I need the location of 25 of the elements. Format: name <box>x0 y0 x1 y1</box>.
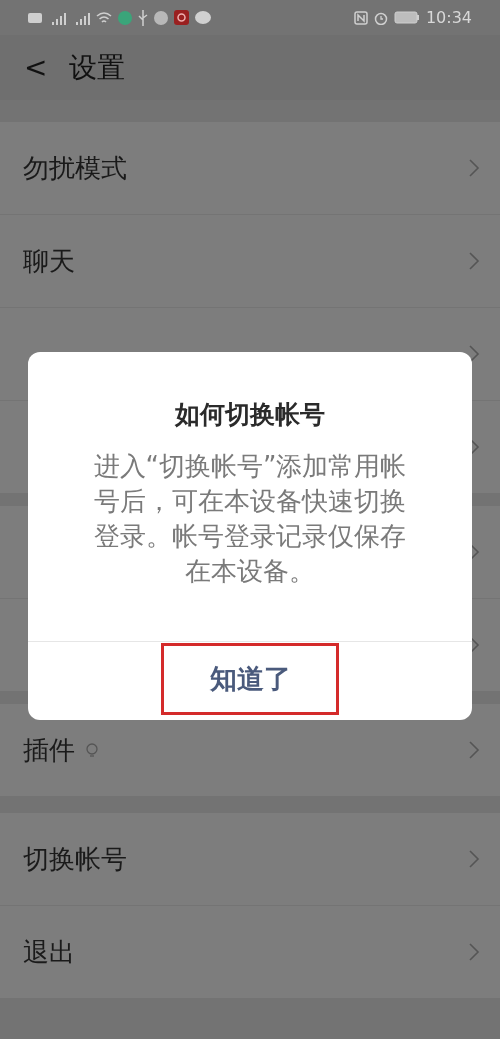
chevron-icon <box>468 344 480 364</box>
app-icon <box>154 10 168 25</box>
setting-label[interactable]: 切换帐号 <box>23 841 127 877</box>
app-icon <box>118 10 132 25</box>
nfc-icon <box>353 10 368 25</box>
page-title: 设置 <box>69 49 126 86</box>
usb-icon <box>138 9 148 26</box>
dialog-title: 如何切换帐号 <box>175 399 325 431</box>
chevron-icon <box>468 251 480 271</box>
setting-label[interactable]: 勿扰模式 <box>23 150 127 186</box>
clock-time: 10:34 <box>425 8 472 27</box>
chevron-icon <box>468 158 480 178</box>
wifi-icon <box>96 10 112 25</box>
chevron-icon <box>468 849 480 869</box>
chevron-icon <box>468 942 480 962</box>
dialog-message: 进入“切换帐号”添加常用帐号后，可在本设备快速切换登录。帐号登录记录仅保存在本设备。 <box>92 450 408 588</box>
setting-label[interactable]: 退出 <box>23 934 75 970</box>
confirm-button[interactable]: 知道了 <box>161 643 339 715</box>
chevron-icon <box>468 740 480 760</box>
setting-label[interactable]: 聊天 <box>23 243 75 279</box>
battery-icon <box>393 11 420 24</box>
back-button[interactable]: < <box>20 51 52 84</box>
setting-label[interactable]: 插件 <box>23 732 75 768</box>
app-icon <box>174 10 189 25</box>
alarm-icon <box>373 10 388 25</box>
